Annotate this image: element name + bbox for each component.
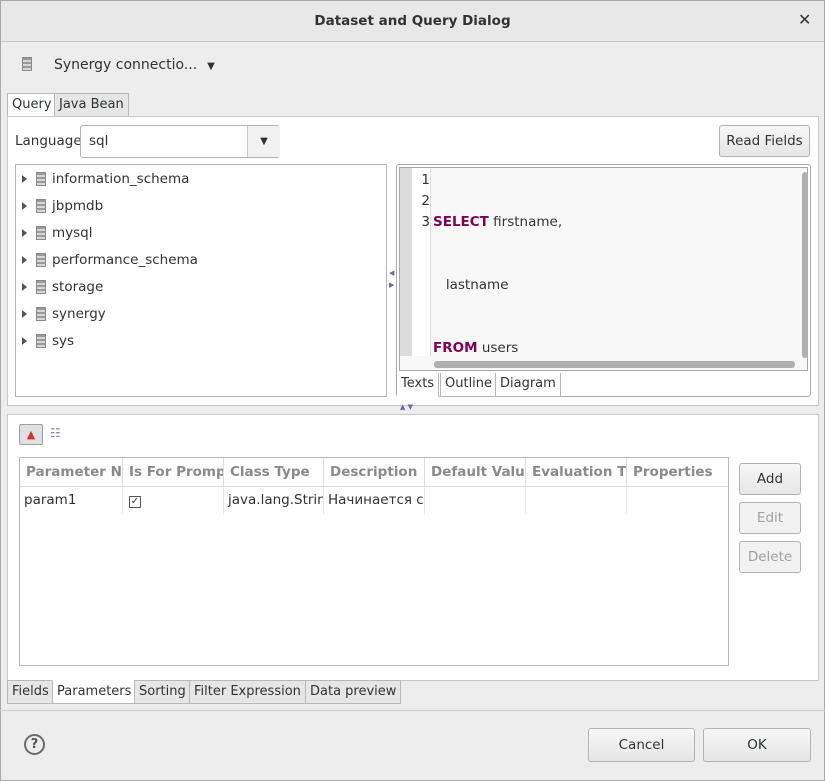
cell-class-type[interactable]: java.lang.String <box>224 487 324 514</box>
database-icon <box>36 280 46 294</box>
database-icon <box>36 253 46 267</box>
tab-java-bean[interactable]: Java Bean <box>54 93 129 117</box>
tree-item[interactable]: sys <box>22 331 74 351</box>
column-header[interactable]: Is For Prompt <box>123 458 224 487</box>
code-text: lastname <box>433 277 509 293</box>
add-button[interactable]: Add <box>739 463 801 495</box>
edit-button[interactable]: Edit <box>739 502 801 534</box>
expand-icon[interactable] <box>22 202 27 210</box>
tab-diagram[interactable]: Diagram <box>495 373 561 397</box>
column-header[interactable]: Class Type <box>224 458 324 487</box>
cell-description[interactable]: Начинается с <box>324 487 425 514</box>
database-icon <box>36 172 46 186</box>
tree-item[interactable]: jbpmdb <box>22 196 103 216</box>
line-number: 2 <box>421 193 430 209</box>
dialog-title: Dataset and Query Dialog <box>1 1 824 42</box>
tree-item[interactable]: mysql <box>22 223 93 243</box>
tab-fields[interactable]: Fields <box>7 680 54 704</box>
tree-item-label: information_schema <box>52 171 190 187</box>
tree-item[interactable]: performance_schema <box>22 250 198 270</box>
tree-item[interactable]: synergy <box>22 304 106 324</box>
footer-divider <box>0 710 825 711</box>
tab-outline[interactable]: Outline <box>440 373 498 397</box>
chevron-down-icon[interactable]: ▼ <box>247 126 280 157</box>
column-header[interactable]: Evaluation Time <box>526 458 627 487</box>
code-text: firstname, <box>488 214 563 230</box>
schema-tree: information_schema jbpmdb mysql performa… <box>15 164 387 397</box>
chevron-down-icon: ▼ <box>207 61 215 72</box>
close-icon[interactable]: ✕ <box>798 10 811 29</box>
horizontal-scrollbar[interactable] <box>434 361 795 368</box>
language-value: sql <box>89 133 109 149</box>
column-header[interactable]: Properties <box>627 458 728 487</box>
cell-is-for-prompt[interactable]: ✓ <box>123 487 224 514</box>
language-label: Language <box>15 133 82 149</box>
database-icon <box>36 226 46 240</box>
database-icon <box>36 307 46 321</box>
cell-parameter-name[interactable]: param1 <box>20 487 123 514</box>
expand-icon[interactable] <box>22 175 27 183</box>
code-line: SELECT firstname, <box>433 212 562 233</box>
help-icon[interactable]: ? <box>24 734 45 755</box>
language-select[interactable]: sql ▼ <box>80 125 280 158</box>
parameters-table: Parameter Name Is For Prompt Class Type … <box>19 457 729 666</box>
column-header[interactable]: Default Value <box>425 458 526 487</box>
database-icon <box>22 57 32 75</box>
tab-query[interactable]: Query <box>7 93 57 117</box>
column-header[interactable]: Parameter Name <box>20 458 123 487</box>
cell-default-value[interactable] <box>425 487 526 514</box>
sql-editor-container: 1 2 3 SELECT firstname, lastname FROM us… <box>396 164 811 397</box>
database-icon <box>36 334 46 348</box>
connection-label: Synergy connectio... <box>54 57 198 73</box>
tab-filter-expression[interactable]: Filter Expression <box>189 680 306 704</box>
linked-parameters-icon[interactable]: ☷ <box>50 426 61 440</box>
code-text: users <box>477 340 519 356</box>
code-line: FROM users <box>433 338 562 359</box>
tree-item-label: performance_schema <box>52 252 198 268</box>
tree-item[interactable]: information_schema <box>22 169 189 189</box>
ok-button[interactable]: OK <box>703 728 811 762</box>
cell-properties[interactable] <box>627 487 728 514</box>
tree-item-label: storage <box>52 279 104 295</box>
cell-evaluation-time[interactable] <box>526 487 627 514</box>
code-line: lastname <box>433 275 562 296</box>
delete-button[interactable]: Delete <box>739 541 801 573</box>
expand-icon[interactable] <box>22 229 27 237</box>
tree-item[interactable]: storage <box>22 277 103 297</box>
sash-arrows-icon[interactable]: ▲ ▼ <box>400 403 413 411</box>
sql-editor[interactable]: 1 2 3 SELECT firstname, lastname FROM us… <box>399 167 808 371</box>
sash-arrows-icon[interactable]: ◀ ▶ <box>389 267 394 291</box>
keyword: FROM <box>433 340 478 356</box>
line-numbers: 1 2 3 <box>412 170 430 233</box>
tab-texts[interactable]: Texts <box>397 373 440 397</box>
tree-item-label: sys <box>52 333 75 349</box>
database-icon <box>36 199 46 213</box>
expand-icon[interactable] <box>22 310 27 318</box>
expand-icon[interactable] <box>22 283 27 291</box>
tab-sorting[interactable]: Sorting <box>134 680 191 704</box>
cancel-button[interactable]: Cancel <box>588 728 695 762</box>
expand-icon[interactable] <box>22 337 27 345</box>
tab-parameters[interactable]: Parameters <box>52 680 137 704</box>
tree-item-label: mysql <box>52 225 93 241</box>
tab-data-preview[interactable]: Data preview <box>305 680 402 704</box>
connection-dropdown[interactable]: Synergy connectio... ▼ <box>54 57 215 73</box>
read-fields-button[interactable]: Read Fields <box>719 125 810 157</box>
show-parameters-icon[interactable]: ▲ <box>19 424 43 445</box>
expand-icon[interactable] <box>22 256 27 264</box>
column-header[interactable]: Description <box>324 458 425 487</box>
line-number: 1 <box>421 172 430 188</box>
keyword: SELECT <box>433 214 489 230</box>
checkbox-checked-icon[interactable]: ✓ <box>129 496 141 508</box>
line-number: 3 <box>421 214 430 230</box>
tree-item-label: jbpmdb <box>52 198 104 214</box>
tree-item-label: synergy <box>52 306 106 322</box>
vertical-scrollbar[interactable] <box>802 172 808 358</box>
ruler <box>400 168 412 356</box>
